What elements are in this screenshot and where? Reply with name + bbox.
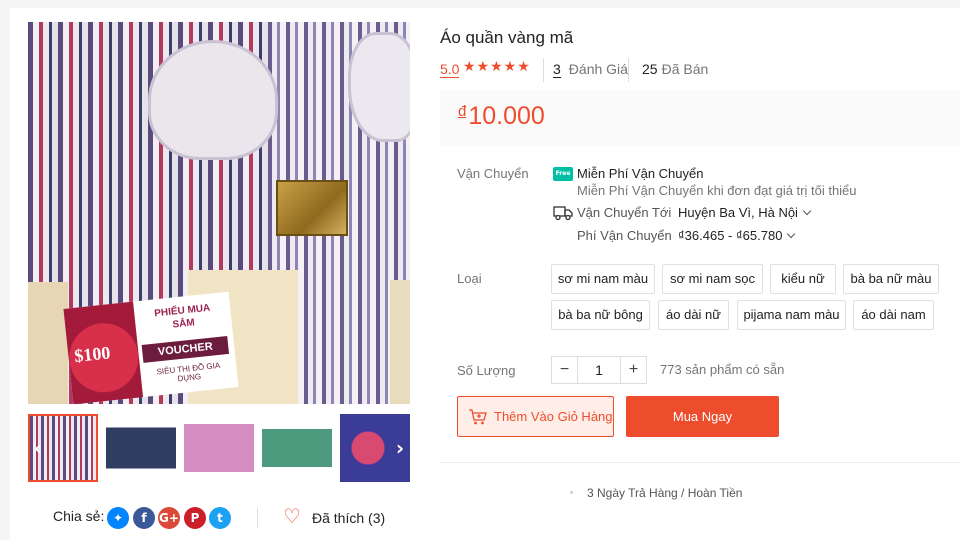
- free-shipping-desc: Miễn Phí Vận Chuyển khi đơn đạt giá trị …: [577, 183, 857, 198]
- paper-card-left: [28, 282, 68, 404]
- free-shipping-title: Miễn Phí Vận Chuyển: [577, 166, 704, 181]
- truck-icon: [553, 206, 573, 221]
- sold-count: 25 Đã Bán: [642, 61, 708, 77]
- twitter-icon[interactable]: t: [209, 507, 231, 529]
- thumbnail-4[interactable]: [262, 414, 332, 482]
- ship-to-select[interactable]: Huyện Ba Vì, Hà Nội: [678, 205, 812, 220]
- voucher-title: PHIẾU MUA SẮM: [153, 302, 211, 331]
- bullet-icon: [570, 491, 573, 494]
- product-title: Áo quần vàng mã: [440, 28, 574, 47]
- ship-to-label: Vận Chuyển Tới: [577, 205, 672, 220]
- ship-to-value: Huyện Ba Vì, Hà Nội: [678, 205, 798, 220]
- shipping-label: Vận Chuyển: [457, 166, 529, 181]
- messenger-icon[interactable]: ✦: [107, 507, 129, 529]
- thumbnail-strip: [28, 412, 410, 484]
- variant-option[interactable]: sơ mi nam màu: [551, 264, 655, 294]
- voucher-image: $100 PHIẾU MUA SẮM VOUCHER SIÊU THỊ ĐỒ G…: [63, 291, 239, 404]
- paper-card-right: [390, 280, 410, 404]
- divider: [257, 508, 258, 528]
- divider: [628, 58, 629, 82]
- sold-count-label: Đã Bán: [661, 61, 709, 77]
- gold-paper-image: [276, 180, 348, 236]
- free-shipping-icon: Free: [553, 167, 573, 181]
- gallery-next-icon[interactable]: ›: [390, 430, 410, 466]
- rating-value[interactable]: 5.0: [440, 61, 460, 78]
- cart-plus-icon: [469, 409, 487, 425]
- divider: [440, 462, 960, 463]
- shipping-fee-value: ₫36.465 - ₫65.780: [678, 228, 783, 243]
- voucher-amount: $100: [73, 342, 112, 366]
- google-plus-icon[interactable]: G+: [158, 507, 180, 529]
- variant-option[interactable]: kiểu nữ: [770, 264, 836, 294]
- stock-available: 773 sản phẩm có sẵn: [660, 362, 785, 377]
- quantity-label: Số Lượng: [457, 363, 516, 378]
- quantity-stepper: − 1 +: [551, 356, 647, 384]
- gallery-prev-icon[interactable]: ‹: [28, 430, 48, 466]
- pinterest-icon[interactable]: P: [184, 507, 206, 529]
- quantity-input[interactable]: 1: [578, 357, 620, 383]
- facebook-icon[interactable]: f: [133, 507, 155, 529]
- favorite-count[interactable]: Đã thích (3): [312, 510, 385, 526]
- thumbnail-3[interactable]: [184, 414, 254, 482]
- voucher-badge: VOUCHER: [141, 335, 230, 363]
- rating-stars-icon: ★★★★★: [463, 58, 531, 74]
- variant-option[interactable]: bà ba nữ màu: [843, 264, 939, 294]
- shirt-collar-right-image: [348, 32, 410, 142]
- share-label: Chia sẻ:: [53, 508, 105, 524]
- decrease-button[interactable]: −: [552, 357, 578, 383]
- variant-option[interactable]: sơ mi nam sọc: [662, 264, 763, 294]
- chevron-down-icon: [787, 229, 796, 239]
- variant-label: Loại: [457, 271, 482, 286]
- chevron-down-icon: [802, 206, 812, 216]
- increase-button[interactable]: +: [620, 357, 646, 383]
- main-product-image[interactable]: $100 PHIẾU MUA SẮM VOUCHER SIÊU THỊ ĐỒ G…: [28, 22, 410, 404]
- price-value: 10.000: [468, 102, 545, 130]
- review-count-label: Đánh Giá: [568, 61, 628, 77]
- variant-option[interactable]: áo dài nam: [853, 300, 934, 330]
- voucher-subtitle: SIÊU THỊ ĐỒ GIA DỤNG: [156, 360, 221, 384]
- shirt-collar-image: [148, 40, 278, 160]
- variant-option[interactable]: pijama nam màu: [737, 300, 846, 330]
- return-policy[interactable]: 3 Ngày Trả Hàng / Hoàn Tiền: [570, 486, 742, 500]
- shipping-fee-select[interactable]: ₫36.465 - ₫65.780: [678, 228, 796, 243]
- review-count[interactable]: 3 Đánh Giá: [553, 61, 628, 78]
- thumbnail-2[interactable]: [106, 414, 176, 482]
- buy-now-button[interactable]: Mua Ngay: [626, 396, 779, 437]
- variant-option[interactable]: bà ba nữ bông: [551, 300, 650, 330]
- divider: [543, 58, 544, 82]
- return-policy-text: 3 Ngày Trả Hàng / Hoàn Tiền: [587, 486, 743, 500]
- shipping-fee-label: Phí Vận Chuyển: [577, 228, 672, 243]
- add-to-cart-label: Thêm Vào Giỏ Hàng: [494, 409, 613, 424]
- product-price: đ10.000: [458, 102, 545, 131]
- sold-count-value: 25: [642, 61, 658, 77]
- currency-symbol: đ: [458, 103, 467, 120]
- add-to-cart-button[interactable]: Thêm Vào Giỏ Hàng: [457, 396, 614, 437]
- review-count-value: 3: [553, 61, 561, 78]
- heart-icon[interactable]: ♡: [283, 505, 301, 529]
- variant-option[interactable]: áo dài nữ: [658, 300, 729, 330]
